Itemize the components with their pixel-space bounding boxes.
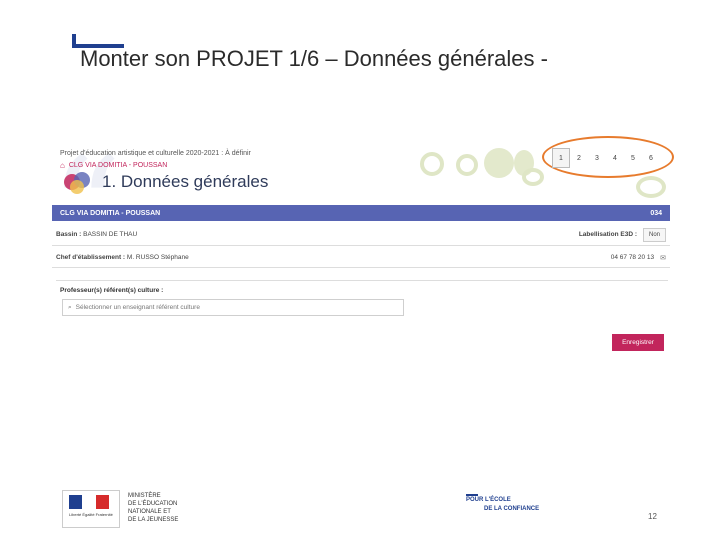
page-number: 12 [648, 512, 657, 521]
step-navigation: 1 2 3 4 5 6 [552, 148, 660, 168]
confiance-line-1: POUR L'ÉCOLE [466, 497, 511, 503]
labellisation-label: Labellisation E3D : [578, 231, 637, 238]
chef-value: M. RUSSO Stéphane [126, 254, 189, 261]
chef-row: Chef d'établissement : M. RUSSO Stéphane… [52, 248, 670, 268]
step-2[interactable]: 2 [570, 148, 588, 168]
school-code: 034 [650, 209, 662, 217]
flag-icon [69, 495, 109, 509]
decorative-circle [484, 148, 514, 178]
bassin-row: Bassin : BASSIN DE THAU Labellisation E3… [52, 224, 670, 246]
chef-label: Chef d'établissement : [56, 254, 126, 261]
slide-title: Monter son PROJET 1/6 – Données générale… [80, 46, 548, 71]
bassin-label: Bassin : [56, 231, 82, 238]
step-5[interactable]: 5 [624, 148, 642, 168]
home-icon: ⌂ [60, 161, 65, 170]
app-logo-icon [64, 172, 94, 194]
professeur-section: Professeur(s) référent(s) culture : ⌕ Sé… [56, 280, 668, 324]
bassin-value: BASSIN DE THAU [83, 231, 138, 238]
envelope-icon[interactable]: ✉ [660, 254, 666, 262]
phone-number: 04 67 78 20 13 [610, 254, 655, 261]
step-3[interactable]: 3 [588, 148, 606, 168]
decorative-circle [456, 154, 478, 176]
republic-logo: Liberté Égalité Fraternité [62, 490, 120, 528]
labellisation-value: Non [642, 227, 666, 242]
decorative-circle [522, 168, 544, 186]
decorative-circle [420, 152, 444, 176]
republic-motto: Liberté Égalité Fraternité [69, 512, 113, 517]
decorative-circle [636, 176, 666, 198]
step-1[interactable]: 1 [552, 148, 570, 168]
school-link[interactable]: ⌂ CLG VIA DOMITIA - POUSSAN [60, 161, 167, 170]
professeur-label: Professeur(s) référent(s) culture : [60, 287, 164, 294]
step-6[interactable]: 6 [642, 148, 660, 168]
search-icon: ⌕ [68, 303, 72, 311]
save-button[interactable]: Enregistrer [612, 334, 664, 351]
school-banner: CLG VIA DOMITIA - POUSSAN 034 [52, 205, 670, 221]
section-title: 1. Données générales [102, 172, 269, 191]
confiance-line-2: DE LA CONFIANCE [484, 506, 540, 512]
app-screenshot: “ Projet d'éducation artistique et cultu… [50, 136, 674, 370]
professeur-search-input[interactable]: ⌕ Sélectionner un enseignant référent cu… [62, 299, 404, 316]
school-link-label[interactable]: CLG VIA DOMITIA - POUSSAN [69, 162, 167, 169]
breadcrumb: Projet d'éducation artistique et culture… [60, 150, 251, 157]
ministry-name: MINISTÈRE DE L'ÉDUCATION NATIONALE ET DE… [128, 493, 179, 523]
professeur-placeholder: Sélectionner un enseignant référent cult… [75, 304, 200, 311]
school-name: CLG VIA DOMITIA - POUSSAN [60, 209, 161, 217]
confiance-logo: POUR L'ÉCOLE DE LA CONFIANCE [466, 496, 539, 514]
step-4[interactable]: 4 [606, 148, 624, 168]
